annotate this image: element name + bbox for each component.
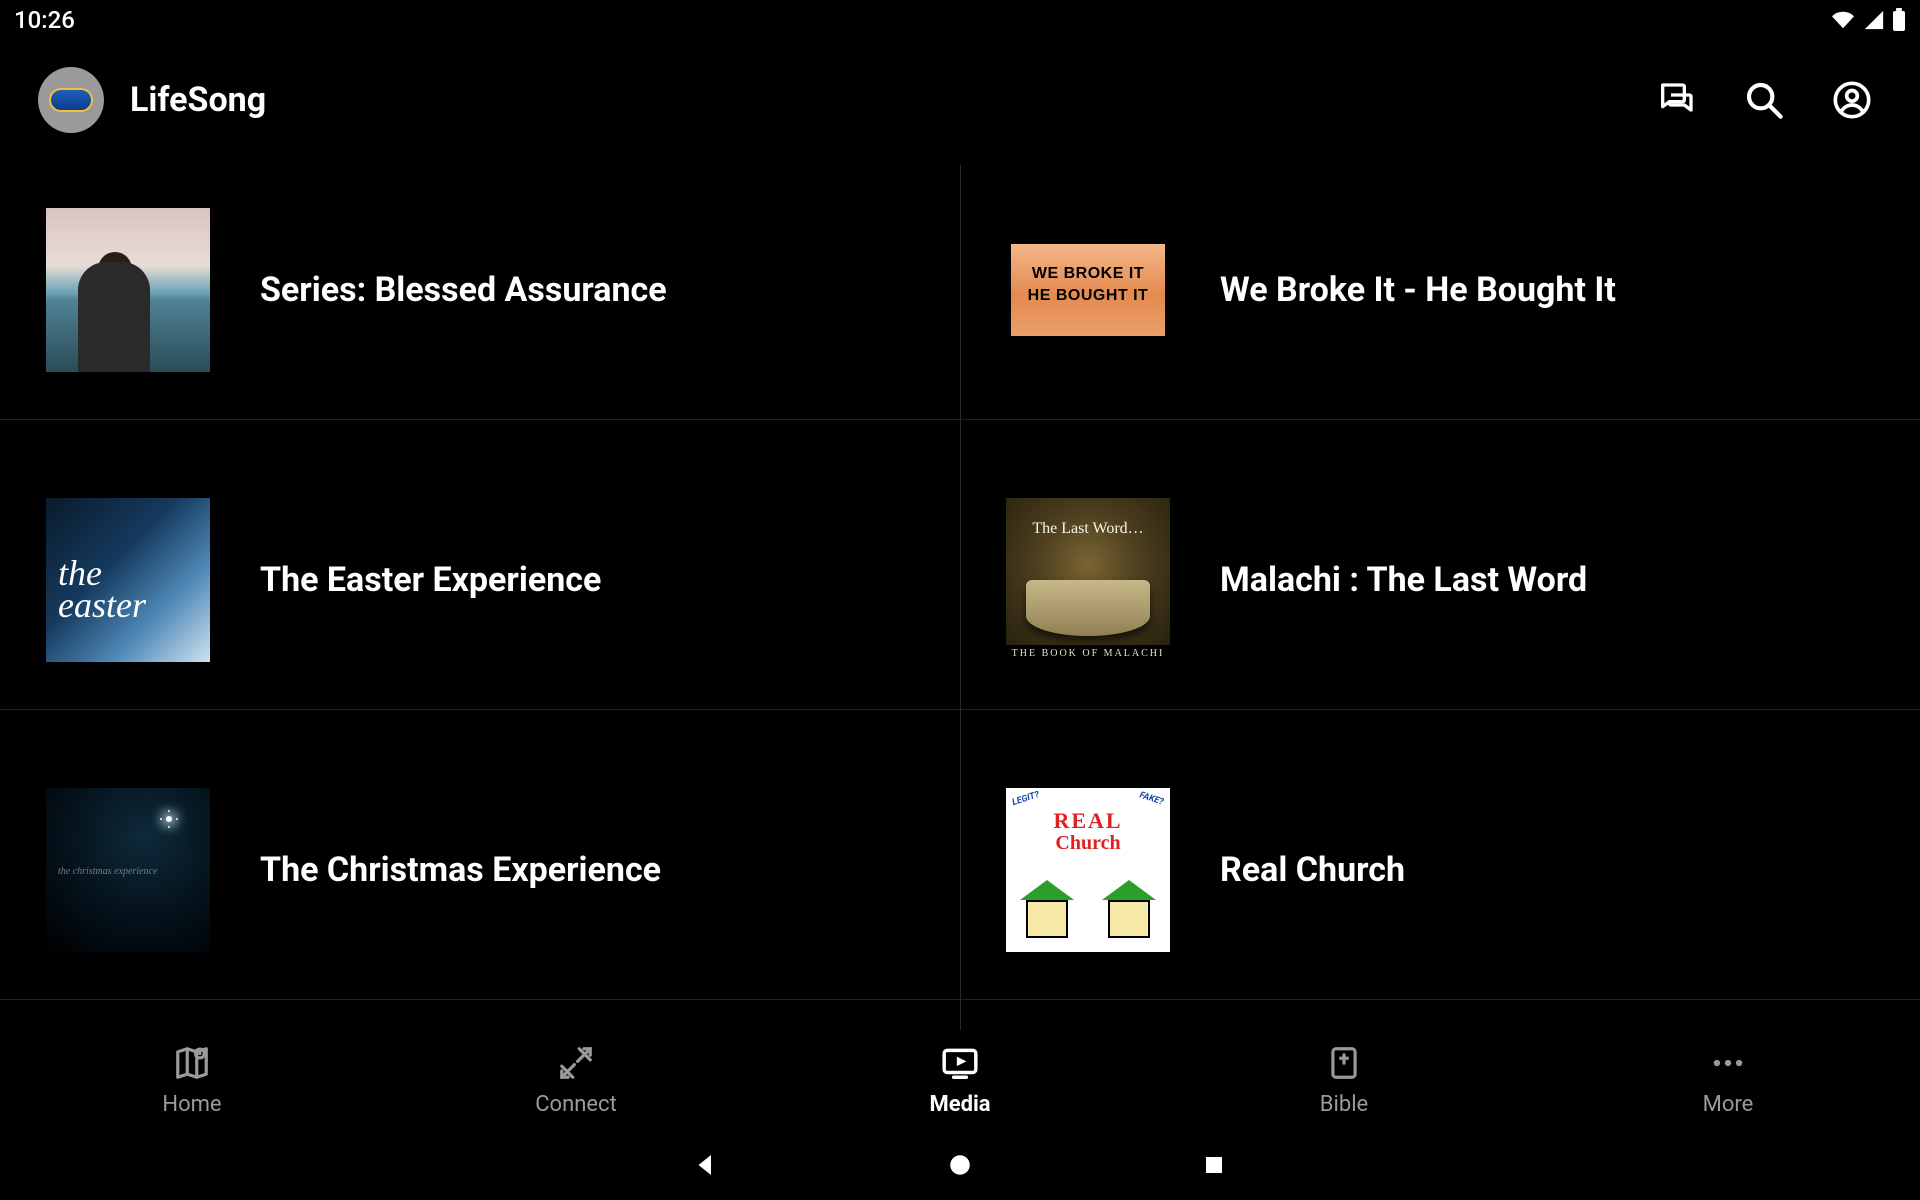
account-icon[interactable] bbox=[1822, 70, 1882, 130]
media-grid: Series: Blessed Assurance WE BROKE IT HE… bbox=[0, 160, 1920, 1030]
status-bar: 10:26 bbox=[0, 0, 1920, 40]
media-thumb: LEGIT? FAKE? REAL Church bbox=[1006, 788, 1170, 952]
column-divider bbox=[960, 165, 961, 1030]
cell-signal-icon bbox=[1862, 9, 1886, 31]
tab-media[interactable]: Media bbox=[768, 1030, 1152, 1130]
media-item-christmas-experience[interactable]: the christmas experience The Christmas E… bbox=[0, 740, 960, 1000]
media-title: Malachi : The Last Word bbox=[1220, 560, 1587, 600]
search-icon[interactable] bbox=[1734, 70, 1794, 130]
media-title: Real Church bbox=[1220, 850, 1405, 890]
tab-label: More bbox=[1703, 1092, 1754, 1117]
tab-home[interactable]: Home bbox=[0, 1030, 384, 1130]
battery-icon bbox=[1892, 8, 1906, 32]
media-item-easter-experience[interactable]: the easter The Easter Experience bbox=[0, 450, 960, 710]
more-icon bbox=[1709, 1044, 1747, 1082]
status-time: 10:26 bbox=[14, 6, 75, 34]
tab-bible[interactable]: Bible bbox=[1152, 1030, 1536, 1130]
media-thumb: The Last Word… THE BOOK OF MALACHI bbox=[1006, 498, 1170, 662]
tab-label: Media bbox=[929, 1092, 990, 1117]
connect-icon bbox=[557, 1044, 595, 1082]
media-title: Series: Blessed Assurance bbox=[260, 270, 667, 310]
tab-connect[interactable]: Connect bbox=[384, 1030, 768, 1130]
app-header: LifeSong bbox=[0, 40, 1920, 160]
sys-back-button[interactable] bbox=[689, 1148, 723, 1182]
sys-recent-button[interactable] bbox=[1197, 1148, 1231, 1182]
media-thumb: WE BROKE IT HE BOUGHT IT bbox=[1006, 208, 1170, 372]
media-title: The Easter Experience bbox=[260, 560, 601, 600]
media-icon bbox=[941, 1044, 979, 1082]
media-title: The Christmas Experience bbox=[260, 850, 661, 890]
media-thumb: the christmas experience bbox=[46, 788, 210, 952]
wifi-icon bbox=[1830, 9, 1856, 31]
media-item-malachi[interactable]: The Last Word… THE BOOK OF MALACHI Malac… bbox=[960, 450, 1920, 710]
media-item-real-church[interactable]: LEGIT? FAKE? REAL Church Real Church bbox=[960, 740, 1920, 1000]
media-thumb: the easter bbox=[46, 498, 210, 662]
app-title: LifeSong bbox=[130, 80, 266, 120]
tab-label: Home bbox=[162, 1092, 221, 1117]
system-nav-bar bbox=[0, 1130, 1920, 1200]
tab-label: Connect bbox=[535, 1092, 617, 1117]
tab-more[interactable]: More bbox=[1536, 1030, 1920, 1130]
tab-label: Bible bbox=[1320, 1092, 1368, 1117]
media-item-we-broke-it[interactable]: WE BROKE IT HE BOUGHT IT We Broke It - H… bbox=[960, 160, 1920, 420]
media-thumb bbox=[46, 208, 210, 372]
media-item-blessed-assurance[interactable]: Series: Blessed Assurance bbox=[0, 160, 960, 420]
media-title: We Broke It - He Bought It bbox=[1220, 270, 1616, 310]
status-icons bbox=[1830, 8, 1906, 32]
home-map-icon bbox=[173, 1044, 211, 1082]
bible-icon bbox=[1325, 1044, 1363, 1082]
app-logo[interactable] bbox=[38, 67, 104, 133]
sys-home-button[interactable] bbox=[943, 1148, 977, 1182]
chat-icon[interactable] bbox=[1646, 70, 1706, 130]
tab-bar: Home Connect Media Bible More bbox=[0, 1030, 1920, 1130]
